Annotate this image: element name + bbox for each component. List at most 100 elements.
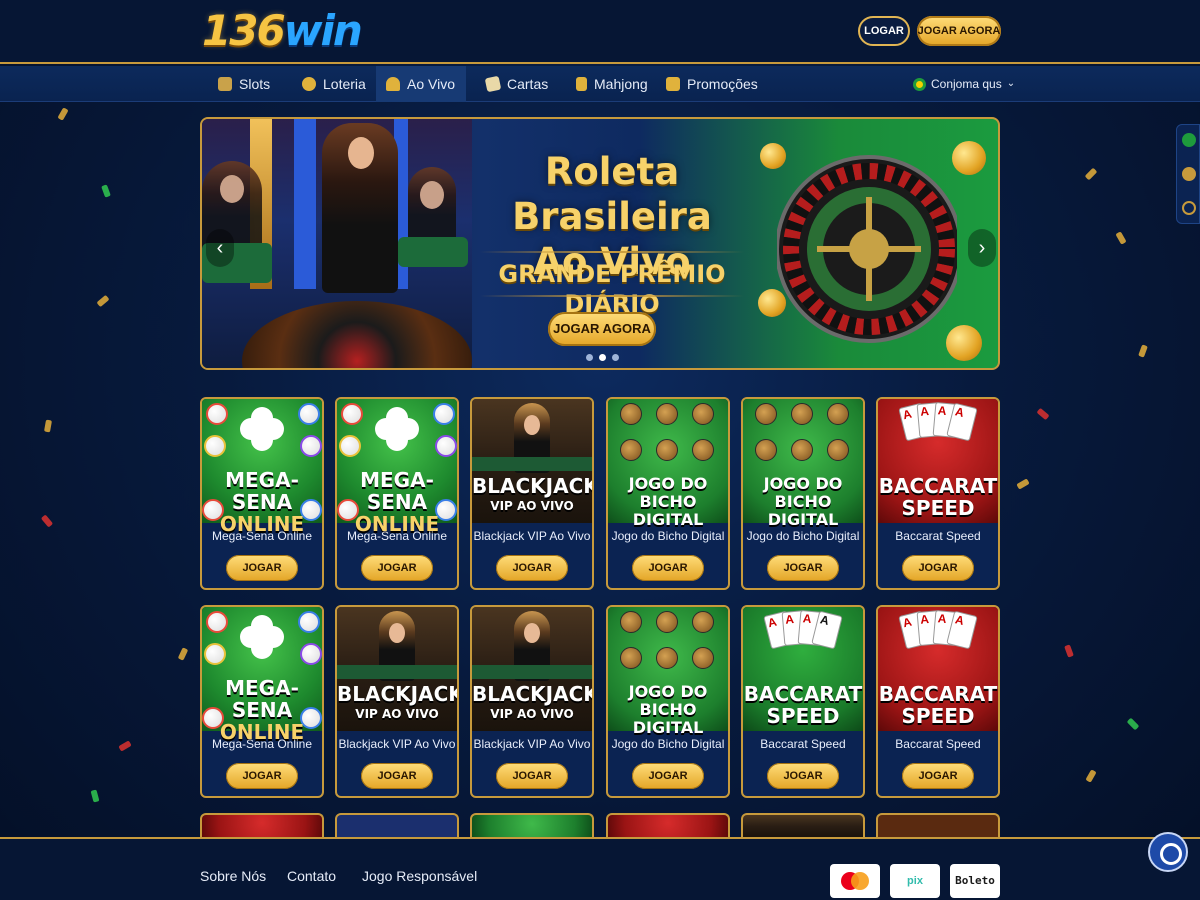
login-button[interactable]: LOGAR bbox=[858, 16, 910, 46]
animal-icon bbox=[656, 439, 678, 461]
game-thumbnail[interactable]: BLACKJACK VIP AO VIVO bbox=[337, 607, 457, 731]
game-card[interactable]: MEGA-SENA ONLINE Mega-Sena Online JOGAR bbox=[335, 397, 459, 590]
game-card-partial[interactable] bbox=[606, 813, 730, 837]
animal-icon bbox=[827, 403, 849, 425]
game-play-button[interactable]: JOGAR bbox=[361, 763, 433, 789]
nav-item-slots[interactable]: Slots bbox=[208, 66, 280, 102]
game-play-button[interactable]: JOGAR bbox=[226, 555, 298, 581]
game-thumbnail-title: BACCARAT SPEED bbox=[878, 475, 998, 519]
game-thumbnail[interactable]: A A A A BACCARAT SPEED bbox=[743, 607, 863, 731]
game-thumbnail-title: MEGA-SENA ONLINE bbox=[337, 469, 457, 535]
game-thumbnail[interactable]: MEGA-SENA ONLINE bbox=[202, 607, 322, 743]
clover-icon bbox=[240, 615, 284, 659]
nav-item-loteria[interactable]: Loteria bbox=[292, 66, 376, 102]
slot-machine-icon bbox=[218, 77, 232, 91]
game-card[interactable]: A A A A BACCARAT SPEED Baccarat Speed JOGAR bbox=[876, 397, 1000, 590]
animal-icon bbox=[656, 647, 678, 669]
game-card-partial[interactable] bbox=[335, 813, 459, 837]
game-name: Baccarat Speed bbox=[895, 737, 981, 751]
game-card-partial[interactable] bbox=[741, 813, 865, 837]
game-thumbnail-title: BACCARAT SPEED bbox=[878, 683, 998, 727]
footer-link-about[interactable]: Sobre Nós bbox=[200, 868, 266, 884]
animal-icon bbox=[620, 403, 642, 425]
game-thumbnail[interactable]: JOGO DO BICHO DIGITAL bbox=[608, 399, 728, 529]
animal-icon bbox=[755, 439, 777, 461]
thumbnail-title-line1: MEGA-SENA bbox=[225, 676, 299, 722]
site-logo[interactable]: 136win bbox=[202, 6, 363, 56]
game-play-button[interactable]: JOGAR bbox=[496, 763, 568, 789]
play-now-header-button[interactable]: JOGAR AGORA bbox=[917, 16, 1001, 46]
footer-link-responsible-gaming[interactable]: Jogo Responsável bbox=[362, 868, 477, 884]
game-thumbnail-title: MEGA-SENA ONLINE bbox=[202, 677, 322, 743]
game-play-button[interactable]: JOGAR bbox=[632, 555, 704, 581]
game-card-partial[interactable] bbox=[200, 813, 324, 837]
game-thumbnail-title: BLACKJACK VIP AO VIVO bbox=[337, 683, 457, 723]
game-thumbnail[interactable]: A A A A BACCARAT SPEED bbox=[878, 399, 998, 523]
thumbnail-title-line1: JOGO DO BICHO bbox=[628, 474, 708, 511]
game-card[interactable]: A A A A BACCARAT SPEED Baccarat Speed JOGAR bbox=[876, 605, 1000, 798]
gift-icon bbox=[666, 77, 680, 91]
game-card[interactable]: BLACKJACK VIP AO VIVO Blackjack VIP Ao Viv… bbox=[470, 397, 594, 590]
game-thumbnail[interactable]: BLACKJACK VIP AO VIVO bbox=[472, 607, 592, 731]
lottery-ball-icon bbox=[300, 435, 322, 457]
carousel-dot[interactable] bbox=[612, 354, 619, 361]
thumbnail-title-line1: BLACKJACK bbox=[337, 682, 459, 706]
banner-prev-arrow[interactable]: ‹ bbox=[206, 229, 234, 267]
thumbnail-title-line2: SPEED bbox=[901, 704, 975, 728]
game-play-button[interactable]: JOGAR bbox=[226, 763, 298, 789]
banner-play-button[interactable]: JOGAR AGORA bbox=[548, 312, 656, 346]
game-card[interactable]: BLACKJACK VIP AO VIVO Blackjack VIP Ao Viv… bbox=[470, 605, 594, 798]
footer-link-contact[interactable]: Contato bbox=[287, 868, 336, 884]
nav-item-promocoes[interactable]: Promoções bbox=[656, 66, 768, 102]
banner-next-arrow[interactable]: › bbox=[968, 229, 996, 267]
thumbnail-title-line1: MEGA-SENA bbox=[360, 468, 434, 514]
game-card[interactable]: JOGO DO BICHO DIGITAL Jogo do Bicho Digita… bbox=[606, 605, 730, 798]
game-card[interactable]: JOGO DO BICHO DIGITAL Jogo do Bicho Digita… bbox=[606, 397, 730, 590]
nav-item-ao-vivo[interactable]: Ao Vivo bbox=[376, 66, 466, 102]
thumbnail-title-line1: JOGO DO BICHO bbox=[628, 682, 708, 719]
nav-item-mahjong[interactable]: Mahjong bbox=[566, 66, 658, 102]
game-card[interactable]: JOGO DO BICHO DIGITAL Jogo do Bicho Digita… bbox=[741, 397, 865, 590]
game-card[interactable]: MEGA-SENA ONLINE Mega-Sena Online JOGAR bbox=[200, 605, 324, 798]
game-thumbnail[interactable]: JOGO DO BICHO DIGITAL bbox=[743, 399, 863, 529]
game-play-button[interactable]: JOGAR bbox=[767, 763, 839, 789]
nav-label: Cartas bbox=[507, 76, 549, 92]
game-card[interactable]: MEGA-SENA ONLINE Mega-Sena Online JOGAR bbox=[200, 397, 324, 590]
nav-label: Ao Vivo bbox=[407, 76, 455, 92]
game-thumbnail[interactable]: MEGA-SENA ONLINE bbox=[202, 399, 322, 535]
game-thumbnail[interactable]: A A A A BACCARAT SPEED bbox=[878, 607, 998, 731]
hero-banner[interactable]: Roleta Brasileira Ao Vivo GRANDE PRÊMIO … bbox=[200, 117, 1000, 370]
carousel-dot-active[interactable] bbox=[599, 354, 606, 361]
bell-icon[interactable] bbox=[1182, 167, 1196, 181]
game-card-partial[interactable] bbox=[876, 813, 1000, 837]
support-icon[interactable] bbox=[1182, 201, 1196, 215]
animal-icon bbox=[692, 439, 714, 461]
game-play-button[interactable]: JOGAR bbox=[902, 555, 974, 581]
brazil-flag-icon[interactable] bbox=[1182, 133, 1196, 147]
animal-icon bbox=[656, 611, 678, 633]
game-card[interactable]: A A A A BACCARAT SPEED Baccarat Speed JOGAR bbox=[741, 605, 865, 798]
game-play-button[interactable]: JOGAR bbox=[632, 763, 704, 789]
nav-item-cartas[interactable]: Cartas bbox=[476, 66, 558, 102]
thumbnail-title-line1: BLACKJACK bbox=[472, 474, 594, 498]
game-card[interactable]: BLACKJACK VIP AO VIVO Blackjack VIP Ao Viv… bbox=[335, 605, 459, 798]
side-toolbar bbox=[1176, 124, 1200, 224]
game-thumbnail[interactable]: JOGO DO BICHO DIGITAL bbox=[608, 607, 728, 737]
carousel-dot[interactable] bbox=[586, 354, 593, 361]
game-thumbnail[interactable]: MEGA-SENA ONLINE bbox=[337, 399, 457, 535]
language-selector[interactable]: Conjoma qus ⌄ bbox=[913, 66, 1015, 102]
banner-subtitle: GRANDE PRÊMIO DIÁRIO bbox=[498, 260, 726, 318]
game-play-button[interactable]: JOGAR bbox=[767, 555, 839, 581]
chat-support-button[interactable] bbox=[1148, 832, 1188, 872]
thumbnail-title-line1: BACCARAT bbox=[743, 682, 863, 706]
animal-icon bbox=[791, 403, 813, 425]
language-label: Conjoma qus bbox=[931, 77, 1002, 91]
game-play-button[interactable]: JOGAR bbox=[361, 555, 433, 581]
game-name: Jogo do Bicho Digital bbox=[611, 737, 725, 751]
game-card-partial[interactable] bbox=[470, 813, 594, 837]
game-thumbnail[interactable]: BLACKJACK VIP AO VIVO bbox=[472, 399, 592, 523]
thumbnail-title-line2: VIP AO VIVO bbox=[490, 707, 574, 721]
game-play-button[interactable]: JOGAR bbox=[496, 555, 568, 581]
game-play-button[interactable]: JOGAR bbox=[902, 763, 974, 789]
thumbnail-title-line1: BLACKJACK bbox=[472, 682, 594, 706]
